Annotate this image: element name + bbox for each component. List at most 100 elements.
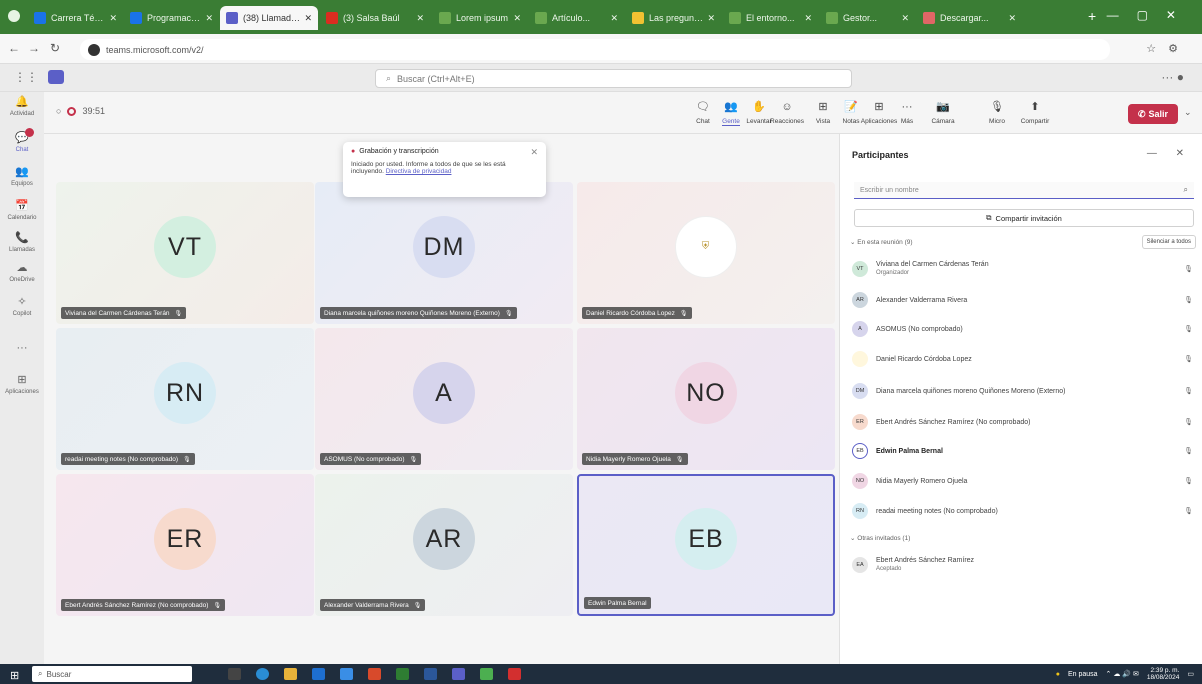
control-compartir[interactable]: ⬆ Compartir	[1020, 98, 1050, 125]
participant-row[interactable]: AR Alexander Valderrama Rivera 🎙	[852, 287, 1197, 313]
control-ms[interactable]: ··· Más	[892, 98, 922, 125]
close-icon[interactable]: ✕	[530, 147, 538, 158]
participant-row[interactable]: EB Edwin Palma Bernal 🎙	[852, 438, 1197, 464]
participant-row[interactable]: RN readai meeting notes (No comprobado) 🎙	[852, 498, 1197, 524]
section-in-meeting[interactable]: ⌄ En esta reunión (9)	[850, 238, 913, 246]
rail-item[interactable]: ···	[0, 340, 44, 357]
browser-tab[interactable]: Las preguntas... ✕	[626, 6, 721, 30]
notifications-icon[interactable]: ▭	[1187, 670, 1194, 678]
control-cmara[interactable]: 📷 Cámara	[928, 98, 958, 125]
excel-icon[interactable]	[396, 668, 409, 680]
section-others[interactable]: ⌄ Otras invitados (1)	[850, 534, 910, 542]
close-icon[interactable]: ✕	[109, 13, 117, 24]
browser-tab[interactable]: El entorno... ✕	[723, 6, 818, 30]
browser-tab[interactable]: Gestor... ✕	[820, 6, 915, 30]
control-vista[interactable]: ⊞ Vista	[808, 98, 838, 125]
close-icon[interactable]: ✕	[707, 13, 715, 24]
back-icon[interactable]: ←	[8, 41, 20, 55]
participant-name-block: Ebert Andrés Sánchez Ramírez (No comprob…	[876, 418, 1030, 427]
rail-item-label: Calendario	[7, 215, 37, 221]
participant-tile[interactable]: RN readai meeting notes (No comprobado) 🎙	[56, 328, 314, 470]
rail-item[interactable]: 👥 Equipos	[0, 164, 44, 187]
close-icon[interactable]: ✕	[416, 13, 424, 24]
leave-button[interactable]: ✆ Salir	[1128, 104, 1178, 124]
control-aplicaciones[interactable]: ⊞ Aplicaciones	[861, 98, 898, 125]
rail-item[interactable]: 📅 Calendario	[0, 198, 44, 221]
teams-search-input[interactable]: ⌕ Buscar (Ctrl+Alt+E)	[375, 69, 852, 88]
participant-tile[interactable]: A ASOMUS (No comprobado) 🎙	[315, 328, 573, 470]
tab-favicon-icon	[34, 12, 46, 24]
browser-tab[interactable]: Programación A...✕	[124, 6, 219, 30]
taskbar-search-input[interactable]: ⌕ Buscar	[32, 666, 192, 682]
close-icon[interactable]: ✕	[804, 13, 812, 24]
rail-item[interactable]: 📞 Llamadas	[0, 230, 44, 253]
close-icon[interactable]: ✕	[304, 13, 312, 24]
participant-name-block: Nidia Mayerly Romero Ojuela	[876, 477, 967, 486]
browser-tab[interactable]: (38) Llamada | Mi... ✕	[220, 6, 318, 30]
edge-icon[interactable]	[256, 668, 269, 680]
rail-item[interactable]: 🔔 Actividad	[0, 94, 44, 117]
control-gente[interactable]: 👥 Gente	[716, 98, 746, 126]
mail-icon[interactable]	[312, 668, 325, 680]
browser-tab[interactable]: Carrera Técnica L✕	[28, 6, 123, 30]
tray-status[interactable]: En pausa	[1068, 671, 1098, 678]
participant-row[interactable]: VT Viviana del Carmen Cárdenas Terán Organ…	[852, 256, 1197, 282]
more-options-icon[interactable]: ··· ●	[1161, 70, 1184, 84]
privacy-link[interactable]: Directiva de privacidad	[386, 168, 452, 175]
office-icon[interactable]	[368, 668, 381, 680]
url-field[interactable]: teams.microsoft.com/v2/	[80, 39, 1110, 60]
close-icon[interactable]: ✕	[1008, 13, 1016, 24]
file-explorer-icon[interactable]	[284, 668, 297, 680]
forward-icon[interactable]: →	[28, 41, 40, 55]
word-icon[interactable]	[424, 668, 437, 680]
rail-item[interactable]: ✧ Copilot	[0, 294, 44, 317]
participant-tile[interactable]: ⛨ Daniel Ricardo Córdoba Lopez 🎙	[577, 182, 835, 324]
new-tab-icon[interactable]: +	[1088, 8, 1096, 24]
reload-icon[interactable]: ↻	[50, 41, 60, 55]
participant-row[interactable]: DM Diana marcela quiñones moreno Quiñones…	[852, 378, 1197, 404]
bookmark-icon[interactable]: ☆⚙	[1146, 42, 1190, 55]
rail-item[interactable]: ☁ OneDrive	[0, 260, 44, 283]
close-icon[interactable]: ✕	[901, 13, 909, 24]
app-launcher-icon[interactable]: ⋮⋮	[14, 70, 38, 84]
participant-tile[interactable]: DM Diana marcela quiñones moreno Quiñones…	[315, 182, 573, 324]
browser-tab[interactable]: Descargar... ✕	[917, 6, 1022, 30]
participant-tile[interactable]: EB Edwin Palma Bernal	[577, 474, 835, 616]
acrobat-icon[interactable]	[508, 668, 521, 680]
browser-tab[interactable]: Artículo... ✕	[529, 6, 624, 30]
control-chat[interactable]: 🗨 Chat	[688, 98, 718, 125]
panel-close-icon[interactable]: — ✕	[1147, 148, 1192, 159]
participant-row[interactable]: NO Nidia Mayerly Romero Ojuela 🎙	[852, 468, 1197, 494]
participant-tile[interactable]: VT Viviana del Carmen Cárdenas Terán 🎙	[56, 182, 314, 324]
other-invitee-row[interactable]: EA Ebert Andrés Sánchez Ramírez Aceptado	[852, 552, 1197, 578]
participant-row[interactable]: A ASOMUS (No comprobado) 🎙	[852, 316, 1197, 342]
store-icon[interactable]	[340, 668, 353, 680]
close-icon[interactable]: ✕	[610, 13, 618, 24]
task-view-icon[interactable]	[228, 668, 241, 680]
teams-taskbar-icon[interactable]	[452, 668, 465, 680]
participant-search-input[interactable]: Escribir un nombre ⌕	[854, 182, 1194, 199]
chrome-icon[interactable]	[480, 668, 493, 680]
tab-strip-logo-icon[interactable]	[8, 10, 20, 22]
browser-tab[interactable]: (3) Salsa Baúl ✕	[320, 6, 430, 30]
close-icon[interactable]: ✕	[205, 13, 213, 24]
close-icon[interactable]: ✕	[513, 13, 521, 24]
site-info-icon[interactable]	[88, 43, 100, 56]
rail-item[interactable]: 💬 Chat	[0, 128, 44, 153]
tray-icons[interactable]: ⌃ ☁ 🔊 ✉	[1106, 670, 1139, 678]
mute-all-button[interactable]: Silenciar a todos	[1141, 235, 1196, 249]
participant-row[interactable]: Daniel Ricardo Córdoba Lopez 🎙	[852, 346, 1197, 372]
control-reacciones[interactable]: ☺ Reacciones	[770, 98, 804, 125]
share-invite-button[interactable]: ⧉ Compartir invitación	[854, 209, 1194, 227]
rail-item[interactable]: ⊞ Aplicaciones	[0, 372, 44, 395]
participant-tile[interactable]: NO Nidia Mayerly Romero Ojuela 🎙	[577, 328, 835, 470]
participant-tile[interactable]: AR Alexander Valderrama Rivera 🎙	[315, 474, 573, 616]
participant-row[interactable]: ER Ebert Andrés Sánchez Ramírez (No compr…	[852, 409, 1197, 435]
clock[interactable]: 2:39 p. m. 18/08/2024	[1147, 667, 1180, 681]
participant-tile[interactable]: ER Ebert Andrés Sánchez Ramírez (No compr…	[56, 474, 314, 616]
browser-tab[interactable]: Lorem ipsum ✕	[433, 6, 527, 30]
control-micro[interactable]: 🎙 Micro	[982, 98, 1012, 125]
windows-start-icon[interactable]: ⊞	[10, 669, 19, 682]
window-controls[interactable]: —▢✕	[1107, 8, 1194, 22]
chevron-down-icon[interactable]: ⌄	[1184, 107, 1192, 118]
